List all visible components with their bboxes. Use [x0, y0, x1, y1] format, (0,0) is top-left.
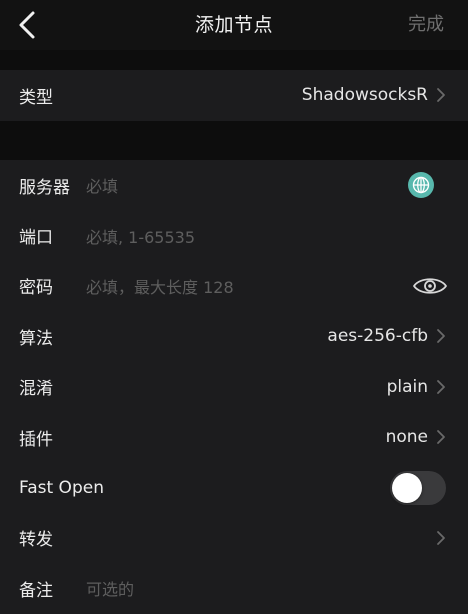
server-label: 服务器 — [19, 177, 70, 198]
plugin-value: none — [385, 427, 428, 448]
obfs-value: plain — [386, 376, 428, 397]
fast-open-toggle[interactable] — [390, 470, 446, 505]
chevron-right-icon — [437, 430, 445, 445]
note-input[interactable]: 可选的 — [86, 563, 134, 613]
settings-group: 服务器 必填 端口 必填, 1-65535 密码 必填，最大长度 128 算法 … — [0, 160, 468, 614]
fast-open-label: Fast Open — [19, 477, 104, 498]
type-label: 类型 — [19, 87, 53, 108]
plugin-row[interactable]: 插件 none — [0, 412, 468, 462]
password-label: 密码 — [19, 278, 53, 299]
server-input[interactable]: 必填 — [86, 160, 118, 210]
fast-open-row: Fast Open — [0, 462, 468, 512]
obfs-label: 混淆 — [19, 379, 53, 400]
chevron-right-icon — [437, 531, 445, 545]
port-row: 端口 必填, 1-65535 — [0, 210, 468, 260]
done-button[interactable]: 完成 — [408, 0, 444, 50]
type-group: 类型 ShadowsocksR — [0, 70, 468, 121]
type-value: ShadowsocksR — [301, 85, 428, 106]
add-node-screen: 添加节点 完成 类型 ShadowsocksR 服务器 必填 端口 必填, 1-… — [0, 0, 468, 614]
page-title: 添加节点 — [194, 14, 273, 36]
navigation-bar: 添加节点 完成 — [0, 0, 468, 50]
chevron-right-icon — [437, 379, 445, 394]
chevron-right-icon — [437, 88, 445, 103]
port-input[interactable]: 必填, 1-65535 — [86, 210, 195, 260]
plugin-label: 插件 — [19, 429, 53, 450]
port-label: 端口 — [19, 228, 53, 249]
chevron-right-icon — [437, 329, 445, 344]
password-row: 密码 必填，最大长度 128 — [0, 261, 468, 311]
globe-icon[interactable] — [408, 172, 434, 199]
forward-row[interactable]: 转发 — [0, 513, 468, 563]
password-input[interactable]: 必填，最大长度 128 — [86, 261, 234, 311]
toggle-knob — [392, 472, 422, 503]
note-row: 备注 可选的 — [0, 563, 468, 613]
server-row: 服务器 必填 — [0, 160, 468, 210]
obfs-row[interactable]: 混淆 plain — [0, 362, 468, 412]
method-row[interactable]: 算法 aes-256-cfb — [0, 311, 468, 361]
globe-glyph — [412, 176, 430, 194]
method-label: 算法 — [19, 328, 53, 349]
note-label: 备注 — [19, 580, 53, 601]
eye-icon[interactable] — [412, 274, 448, 298]
method-value: aes-256-cfb — [327, 326, 428, 347]
type-row[interactable]: 类型 ShadowsocksR — [0, 70, 468, 120]
forward-label: 转发 — [19, 530, 53, 551]
